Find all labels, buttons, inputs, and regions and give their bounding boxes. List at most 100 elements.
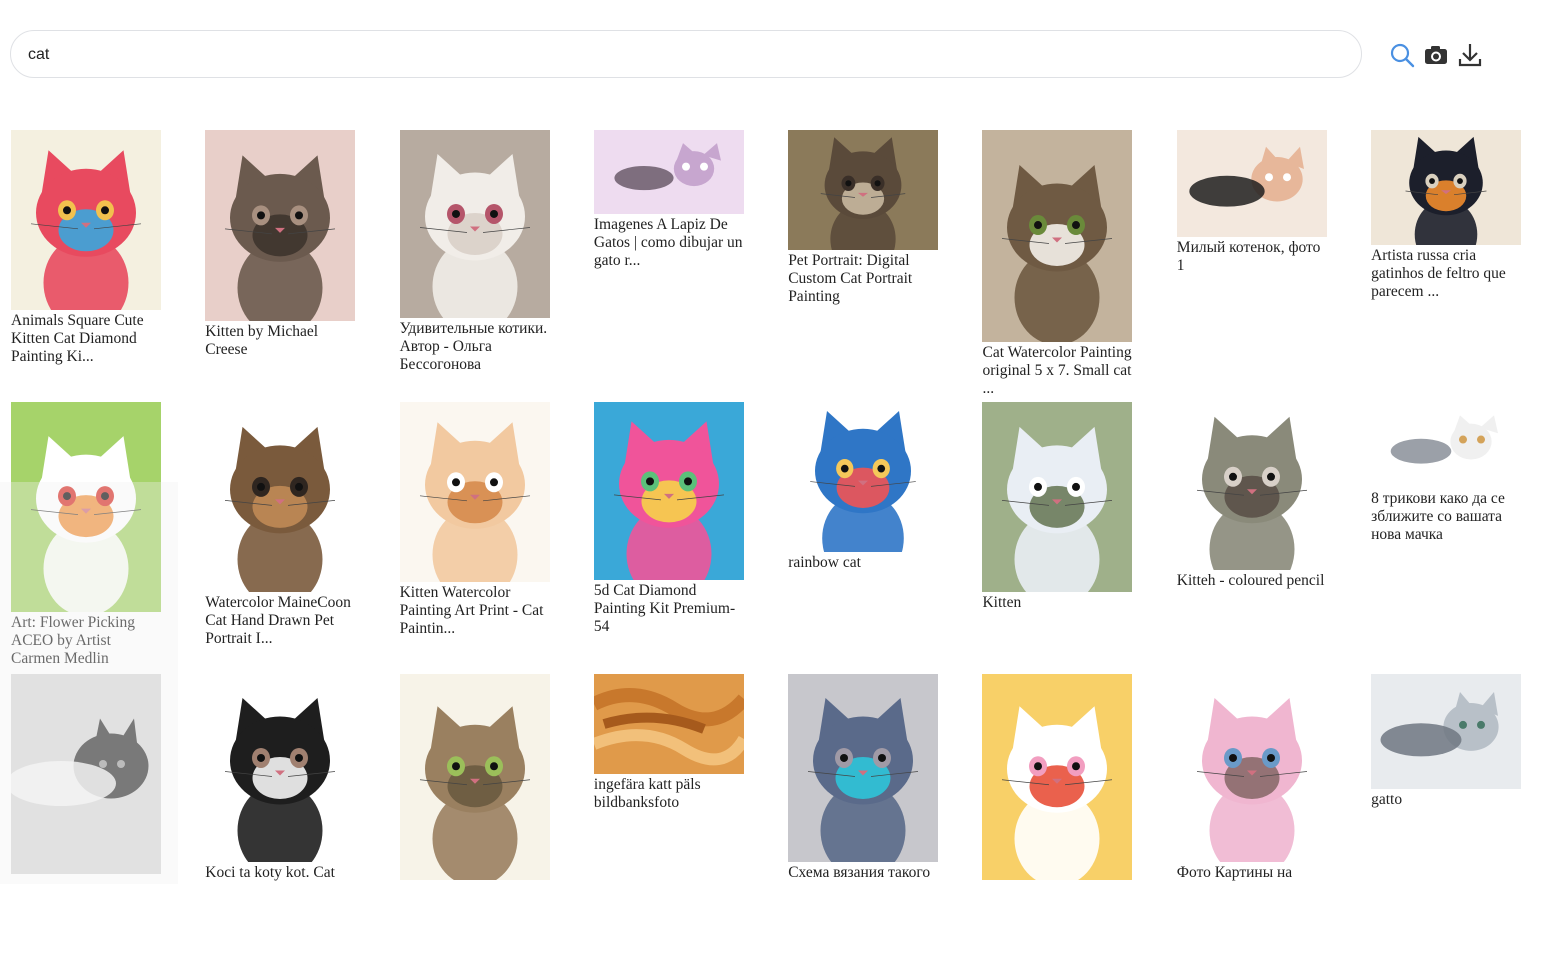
result-caption[interactable]: Милый котенок, фото 1 (1177, 237, 1327, 275)
thumbnail-image (982, 402, 1133, 592)
result-thumbnail[interactable] (1371, 674, 1522, 789)
result-card[interactable]: Watercolor MaineCoon Cat Hand Drawn Pet … (205, 402, 356, 674)
thumbnail-image (593, 402, 744, 580)
result-card[interactable]: ingefära katt päls bildbanksfoto (593, 674, 744, 974)
result-caption[interactable]: Kitten by Michael Creese (205, 321, 355, 359)
result-caption[interactable]: Cat Watercolor Painting original 5 x 7. … (982, 342, 1132, 398)
thumbnail-image (1176, 402, 1327, 570)
result-caption[interactable] (982, 880, 1132, 882)
thumbnail-image (1371, 130, 1522, 245)
search-input[interactable] (26, 31, 1330, 79)
result-thumbnail[interactable] (982, 402, 1133, 592)
thumbnail-image (205, 402, 356, 592)
result-thumbnail[interactable] (11, 674, 161, 874)
result-thumbnail[interactable] (399, 674, 550, 880)
result-card[interactable]: Удивительные котики. Автор - Ольга Бессо… (399, 130, 550, 402)
result-caption[interactable]: 8 трикови како да се зближите со вашата … (1371, 488, 1521, 544)
result-thumbnail[interactable] (1371, 402, 1522, 488)
result-caption[interactable]: Animals Square Cute Kitten Cat Diamond P… (11, 310, 161, 366)
thumbnail-image (11, 674, 161, 874)
thumbnail-image (788, 130, 939, 250)
thumbnail-image (399, 674, 550, 880)
result-caption[interactable]: Imagenes A Lapiz De Gatos | como dibujar… (594, 214, 744, 270)
thumbnail-image (1176, 674, 1327, 862)
result-thumbnail[interactable] (982, 130, 1133, 342)
result-card[interactable] (399, 674, 550, 974)
result-card[interactable]: 8 трикови како да се зближите со вашата … (1371, 402, 1522, 674)
result-card[interactable] (11, 674, 161, 974)
result-caption[interactable]: ingefära katt päls bildbanksfoto (594, 774, 744, 812)
result-thumbnail[interactable] (1371, 130, 1522, 245)
result-caption[interactable]: gatto (1371, 789, 1521, 809)
result-thumbnail[interactable] (788, 130, 939, 250)
image-results-grid: Animals Square Cute Kitten Cat Diamond P… (11, 130, 1531, 974)
result-card[interactable]: Pet Portrait: Digital Custom Cat Portrai… (788, 130, 939, 402)
result-card[interactable]: Kitten Watercolor Painting Art Print - C… (399, 402, 550, 674)
result-caption[interactable]: Art: Flower Picking ACEO by Artist Carme… (11, 612, 161, 668)
thumbnail-image (1371, 402, 1522, 488)
result-caption[interactable]: rainbow cat (788, 552, 938, 572)
download-icon[interactable] (1457, 42, 1483, 68)
result-card[interactable]: Koci ta koty kot. Cat (205, 674, 356, 974)
result-card[interactable] (982, 674, 1133, 974)
camera-icon[interactable] (1423, 42, 1449, 68)
result-thumbnail[interactable] (399, 130, 550, 318)
result-card[interactable]: Artista russa cria gatinhos de feltro qu… (1371, 130, 1522, 402)
result-thumbnail[interactable] (205, 402, 356, 592)
result-thumbnail[interactable] (399, 402, 550, 582)
result-caption[interactable]: Watercolor MaineCoon Cat Hand Drawn Pet … (205, 592, 355, 648)
result-thumbnail[interactable] (11, 402, 161, 612)
result-caption[interactable]: Artista russa cria gatinhos de feltro qu… (1371, 245, 1521, 301)
result-thumbnail[interactable] (11, 130, 161, 310)
result-thumbnail[interactable] (982, 674, 1133, 880)
result-caption[interactable]: Kitten Watercolor Painting Art Print - C… (400, 582, 550, 638)
result-thumbnail[interactable] (205, 130, 356, 321)
thumbnail-image (982, 130, 1133, 342)
result-thumbnail[interactable] (1176, 402, 1327, 570)
result-caption[interactable]: 5d Cat Diamond Painting Kit Premium-54 (594, 580, 744, 636)
result-thumbnail[interactable] (593, 402, 744, 580)
thumbnail-image (205, 674, 356, 862)
search-bar (10, 30, 1362, 79)
result-card[interactable]: Kitten (982, 402, 1133, 674)
result-caption[interactable]: Схема вязания такого (788, 862, 938, 882)
result-caption[interactable]: Kitten (982, 592, 1132, 612)
result-thumbnail[interactable] (593, 130, 744, 214)
result-card[interactable]: Kitten by Michael Creese (205, 130, 356, 402)
thumbnail-image (788, 674, 939, 862)
result-thumbnail[interactable] (205, 674, 356, 862)
result-thumbnail[interactable] (788, 674, 939, 862)
thumbnail-image (11, 402, 161, 612)
result-card[interactable]: Фото Картины на (1176, 674, 1327, 974)
result-caption[interactable]: Удивительные котики. Автор - Ольга Бессо… (400, 318, 550, 374)
result-thumbnail[interactable] (1176, 674, 1327, 862)
result-card[interactable]: rainbow cat (788, 402, 939, 674)
thumbnail-image (982, 674, 1133, 880)
result-card[interactable]: Cat Watercolor Painting original 5 x 7. … (982, 130, 1133, 402)
result-caption[interactable]: Kitteh - coloured pencil (1177, 570, 1327, 590)
result-thumbnail[interactable] (1176, 130, 1327, 237)
thumbnail-image (205, 130, 356, 321)
result-card[interactable]: Милый котенок, фото 1 (1176, 130, 1327, 402)
thumbnail-image (1371, 674, 1522, 789)
search-icon[interactable] (1389, 42, 1415, 68)
result-thumbnail[interactable] (593, 674, 744, 774)
result-thumbnail[interactable] (788, 402, 939, 552)
result-card[interactable]: 5d Cat Diamond Painting Kit Premium-54 (593, 402, 744, 674)
thumbnail-image (593, 674, 744, 774)
result-caption[interactable]: Pet Portrait: Digital Custom Cat Portrai… (788, 250, 938, 306)
result-caption[interactable] (11, 874, 161, 876)
thumbnail-image (593, 130, 744, 214)
result-card[interactable]: Kitteh - coloured pencil (1176, 402, 1327, 674)
result-caption[interactable]: Koci ta koty kot. Cat (205, 862, 355, 882)
result-card[interactable]: Схема вязания такого (788, 674, 939, 974)
thumbnail-image (11, 130, 161, 310)
result-caption[interactable]: Фото Картины на (1177, 862, 1327, 882)
result-card[interactable]: Animals Square Cute Kitten Cat Diamond P… (11, 130, 161, 402)
thumbnail-image (399, 130, 550, 318)
result-caption[interactable] (400, 880, 550, 882)
result-card[interactable]: Art: Flower Picking ACEO by Artist Carme… (11, 402, 161, 674)
result-card[interactable]: Imagenes A Lapiz De Gatos | como dibujar… (593, 130, 744, 402)
result-card[interactable]: gatto (1371, 674, 1522, 974)
thumbnail-image (399, 402, 550, 582)
